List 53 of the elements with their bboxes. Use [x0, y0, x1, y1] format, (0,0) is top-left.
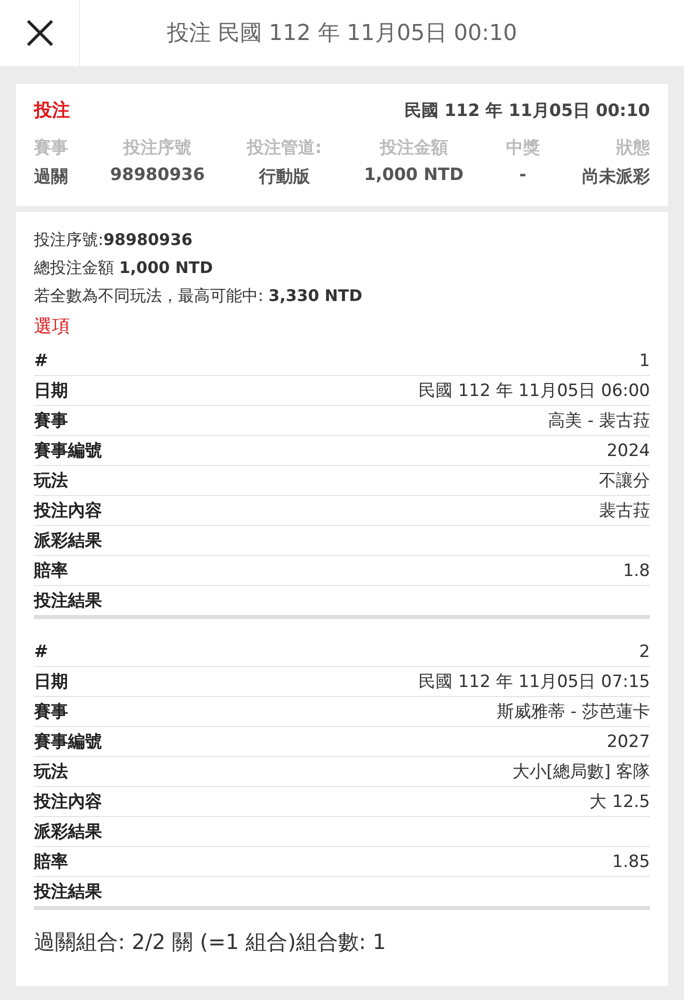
row-value: 不讓分 [599, 470, 650, 492]
column-value: 行動版 [258, 166, 310, 188]
row-label: 日期 [34, 380, 68, 402]
close-icon [26, 19, 54, 47]
bet-type-label: 投注 [34, 99, 70, 122]
combination-text: 過關組合: 2/2 關 (=1 組合)組合數: 1 [34, 929, 388, 956]
column-label: 狀態 [616, 137, 650, 159]
row-value: 裴古菈 [599, 500, 650, 522]
row-value: 1.8 [622, 560, 650, 580]
column-label: 投注序號 [123, 137, 192, 159]
column-value: 98980936 [110, 165, 205, 185]
row-value: 1.85 [612, 852, 650, 872]
summary-line: 投注序號:98980936 [34, 229, 194, 251]
column-label: 投注金額 [380, 137, 448, 159]
row-label: 投注內容 [34, 791, 102, 813]
row-label: 賽事 [34, 701, 68, 723]
row-label: 派彩結果 [34, 530, 102, 552]
summary-line: 若全數為不同玩法，最高可能中: 3,330 NTD [34, 285, 364, 307]
page-title: 投注 民國 112 年 11月05日 00:10 [166, 20, 518, 48]
column-value: 過關 [34, 166, 68, 188]
row-value: 2 [639, 642, 650, 662]
row-value: 1 [639, 350, 650, 370]
bet-datetime: 民國 112 年 11月05日 00:10 [404, 100, 650, 122]
column-label: 中獎 [506, 137, 540, 159]
column-value: 1,000 NTD [364, 165, 464, 185]
row-label: 賽事 [34, 410, 68, 432]
row-value: 斯威雅蒂 - 莎芭蓮卡 [497, 701, 650, 723]
row-label: 賽事編號 [34, 731, 102, 753]
row-label: 玩法 [34, 470, 68, 492]
row-label: # [34, 642, 48, 662]
row-label: 派彩結果 [34, 821, 102, 843]
row-label: 日期 [34, 671, 68, 693]
summary-line: 總投注金額 1,000 NTD [34, 257, 214, 279]
column-label: 投注管道: [246, 137, 322, 159]
row-label: # [34, 350, 48, 370]
row-label: 投注結果 [34, 881, 102, 903]
row-label: 投注結果 [34, 590, 102, 612]
row-label: 賠率 [34, 851, 68, 873]
row-value: 2024 [606, 440, 650, 460]
row-value: 大小[總局數] 客隊 [512, 761, 650, 783]
options-title: 選項 [34, 315, 71, 338]
row-value: 2027 [606, 732, 650, 752]
column-value: - [519, 165, 526, 185]
row-value: 高美 - 裴古菈 [548, 410, 650, 432]
row-label: 賽事編號 [34, 440, 102, 462]
row-value: 大 12.5 [590, 791, 650, 813]
row-label: 投注內容 [34, 500, 102, 522]
row-label: 玩法 [34, 761, 68, 783]
column-label: 賽事 [34, 137, 68, 159]
row-value: 民國 112 年 11月05日 07:15 [418, 671, 650, 693]
row-label: 賠率 [34, 560, 68, 582]
row-value: 民國 112 年 11月05日 06:00 [418, 380, 650, 402]
column-value: 尚未派彩 [582, 166, 650, 188]
